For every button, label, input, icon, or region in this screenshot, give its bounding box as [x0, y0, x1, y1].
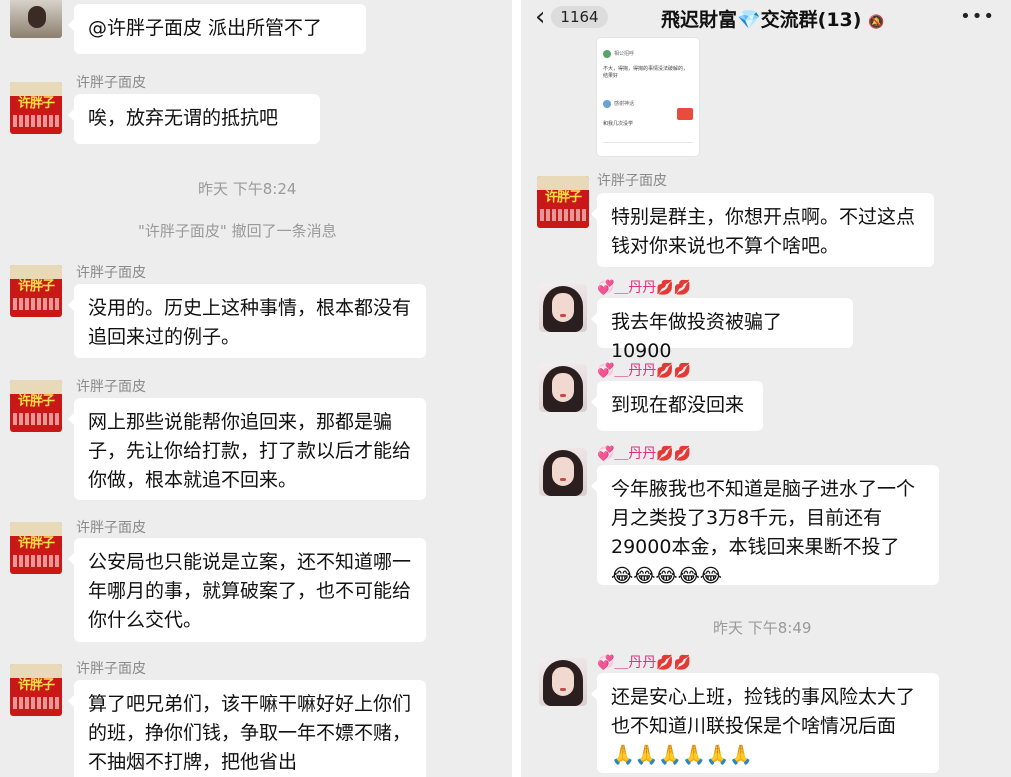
message-bubble[interactable]: 还是安心上班，捡钱的事风险太大了也不知道川联投保是个啥情况后面 🙏🙏🙏🙏🙏🙏: [591, 673, 939, 773]
timestamp: 昨天 下午8:24: [198, 180, 297, 198]
avatar[interactable]: [10, 0, 62, 38]
message-bubble[interactable]: @许胖子面皮 派出所管不了: [68, 4, 366, 54]
message-bubble[interactable]: 没用的。历史上这种事情，根本都没有追回来过的例子。: [68, 284, 426, 358]
sender-name: 许胖子面皮: [76, 379, 146, 395]
sender-name: 许胖子面皮: [76, 661, 146, 677]
timestamp: 昨天 下午8:49: [713, 619, 812, 637]
avatar[interactable]: 许胖子: [10, 265, 62, 317]
sender-name: 许胖子面皮: [76, 265, 146, 281]
avatar[interactable]: 许胖子: [10, 664, 62, 716]
image-message[interactable]: 相公招呼 不大，得掬，得掬的事情没法破解的，结果好 感谢神话 和我几次没学: [597, 38, 699, 156]
chevron-left-icon: ‹: [535, 2, 546, 32]
message-text: 特别是群主，你想开点啊。不过这点钱对你来说也不算个啥吧。: [611, 206, 916, 257]
message-bubble[interactable]: 我去年做投资被骗了10900: [591, 298, 853, 362]
message-text: 还是安心上班，捡钱的事风险太大了也不知道川联投保是个啥情况后面: [611, 686, 916, 737]
avatar[interactable]: [539, 284, 587, 332]
unread-count-badge: 1164: [551, 6, 608, 28]
avatar[interactable]: 许胖子: [10, 522, 62, 574]
more-button[interactable]: •••: [960, 6, 995, 27]
back-button[interactable]: ‹ 1164: [535, 2, 608, 32]
message-bubble[interactable]: 唉，放弃无谓的抵抗吧: [68, 94, 320, 144]
message-text: 没用的。历史上这种事情，根本都没有追回来过的例子。: [88, 297, 412, 348]
message-bubble[interactable]: 特别是群主，你想开点啊。不过这点钱对你来说也不算个啥吧。: [591, 193, 934, 267]
message-text: 今年腋我也不知道是脑子进水了一个月之类投了3万8千元，目前还有29000本金，本…: [611, 478, 916, 558]
sender-name: 许胖子面皮: [597, 173, 667, 189]
message-bubble[interactable]: 算了吧兄弟们，该干嘛干嘛好好上你们的班，挣你们钱，争取一年不嫖不赌，不抽烟不打牌…: [68, 680, 426, 777]
avatar[interactable]: 许胖子: [537, 176, 589, 228]
message-text: 到现在都没回来: [611, 394, 745, 416]
message-text: @许胖子面皮 派出所管不了: [88, 17, 323, 39]
avatar[interactable]: [539, 448, 587, 496]
sender-name: 💞＿丹丹💋💋: [597, 363, 692, 379]
bell-off-icon: 🔕: [868, 15, 885, 30]
avatar[interactable]: 许胖子: [10, 380, 62, 432]
emoji-row: 😂😂😂😂😂: [611, 565, 723, 587]
message-bubble[interactable]: 到现在都没回来: [591, 381, 763, 431]
avatar[interactable]: 许胖子: [10, 82, 62, 134]
message-text: 网上那些说能帮你追回来，那都是骗子，先让你给打款，打了款以后才能给你做，根本就追…: [88, 411, 412, 491]
chat-title[interactable]: 飛迟財富💎交流群(13) 🔕: [661, 5, 884, 32]
image-text: 感谢神话: [614, 101, 635, 107]
avatar[interactable]: [539, 364, 587, 412]
image-text: 相公招呼: [614, 51, 635, 57]
sender-name: 许胖子面皮: [76, 75, 146, 91]
recall-notice: "许胖子面皮" 撤回了一条消息: [138, 222, 337, 240]
sender-name: 💞＿丹丹💋💋: [597, 280, 692, 296]
left-chat-panel: @许胖子面皮 派出所管不了 许胖子 许胖子面皮 唉，放弃无谓的抵抗吧 昨天 下午…: [0, 0, 512, 777]
sender-name: 💞＿丹丹💋💋: [597, 655, 692, 671]
message-text: 公安局也只能说是立案，还不知道哪一年哪月的事，就算破案了，也不可能给你什么交代。: [88, 551, 412, 631]
image-text: 不大，得掬，得掬的事情没法破解的，结果好: [603, 66, 689, 79]
sender-name: 许胖子面皮: [76, 520, 146, 536]
message-bubble[interactable]: 公安局也只能说是立案，还不知道哪一年哪月的事，就算破案了，也不可能给你什么交代。: [68, 538, 426, 642]
message-text: 唉，放弃无谓的抵抗吧: [88, 107, 279, 129]
message-bubble[interactable]: 今年腋我也不知道是脑子进水了一个月之类投了3万8千元，目前还有29000本金，本…: [591, 465, 939, 587]
message-text: 我去年做投资被骗了10900: [611, 311, 783, 362]
message-bubble[interactable]: 网上那些说能帮你追回来，那都是骗子，先让你给打款，打了款以后才能给你做，根本就追…: [68, 398, 426, 500]
sender-name: 💞＿丹丹💋💋: [597, 446, 692, 462]
avatar[interactable]: [539, 658, 587, 706]
emoji-row: 🙏🙏🙏🙏🙏🙏: [611, 744, 753, 766]
message-text: 算了吧兄弟们，该干嘛干嘛好好上你们的班，挣你们钱，争取一年不嫖不赌，不抽烟不打牌…: [88, 693, 412, 773]
right-chat-panel: ‹ 1164 飛迟財富💎交流群(13) 🔕 ••• 相公招呼 不大，得掬，得掬的…: [521, 0, 1011, 777]
chat-header: ‹ 1164 飛迟財富💎交流群(13) 🔕 •••: [521, 0, 1011, 36]
image-text: 和我几次没学: [603, 121, 634, 127]
